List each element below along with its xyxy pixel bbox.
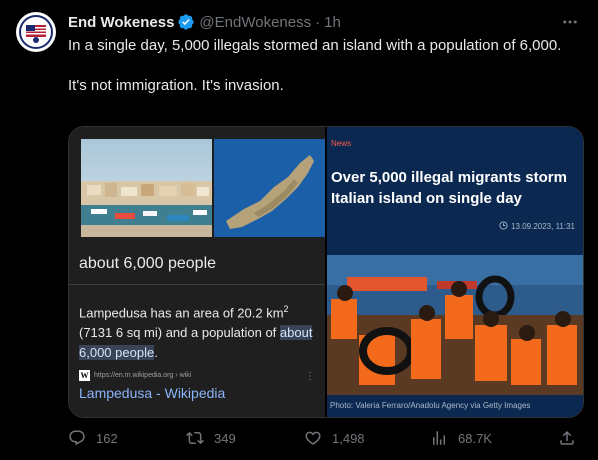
source-url: https://en.m.wikipedia.org › wiki xyxy=(94,372,192,379)
desc-mid: (7131 6 sq mi) and a population of xyxy=(79,325,280,341)
desc-suffix: . xyxy=(154,345,158,361)
action-bar: 162 349 1,498 68.7K xyxy=(68,426,582,450)
news-date-text: 13.09.2023, 11:31 xyxy=(511,222,575,231)
like-count: 1,498 xyxy=(332,430,365,446)
news-headline: Over 5,000 illegal migrants storm Italia… xyxy=(331,169,567,207)
separator-dot: · xyxy=(315,13,321,31)
news-article-panel[interactable]: News Over 5,000 illegal migrants storm I… xyxy=(327,127,583,417)
tweet-text: In a single day, 5,000 illegals stormed … xyxy=(68,36,568,96)
clock-icon xyxy=(499,221,508,232)
tweet-header: End Wokeness @EndWokeness · 1h xyxy=(68,12,341,32)
news-tag: News xyxy=(331,139,352,148)
desc-superscript: 2 xyxy=(283,304,289,314)
handle[interactable]: @EndWokeness xyxy=(199,14,311,31)
share-button[interactable] xyxy=(558,426,576,450)
reply-count: 162 xyxy=(96,430,118,446)
avatar-logo-icon xyxy=(17,13,55,51)
repost-button[interactable]: 349 xyxy=(186,426,236,450)
like-button[interactable]: 1,498 xyxy=(304,426,365,450)
heart-icon xyxy=(305,431,321,445)
wikipedia-link: Lampedusa - Wikipedia xyxy=(79,385,226,401)
search-result-panel[interactable]: about 6,000 people Lampedusa has an area… xyxy=(69,127,325,417)
population-title: about 6,000 people xyxy=(79,255,217,272)
reply-icon xyxy=(69,430,85,446)
tweet-text-line: In a single day, 5,000 illegals stormed … xyxy=(68,37,562,54)
views-button[interactable]: 68.7K xyxy=(430,426,492,450)
tweet-text-line: It's not immigration. It's invasion. xyxy=(68,77,284,94)
island-satellite-image xyxy=(214,139,325,237)
wikipedia-logo-icon: W xyxy=(79,370,90,381)
share-icon xyxy=(560,430,574,445)
timestamp[interactable]: 1h xyxy=(324,14,341,31)
wiki-description: Lampedusa has an area of 20.2 km2 (7131 … xyxy=(79,299,315,363)
display-name[interactable]: End Wokeness xyxy=(68,14,174,31)
migrant-boat-photo xyxy=(327,255,583,395)
reply-button[interactable]: 162 xyxy=(68,426,118,450)
desc-prefix: Lampedusa has an area of 20.2 km xyxy=(79,305,284,321)
town-harbor-image xyxy=(81,139,212,237)
source-row: W https://en.m.wikipedia.org › wiki xyxy=(79,370,191,381)
kebab-menu-icon: ⋮ xyxy=(305,371,315,382)
views-count: 68.7K xyxy=(458,430,492,446)
media-attachment[interactable]: about 6,000 people Lampedusa has an area… xyxy=(68,126,584,418)
news-date: 13.09.2023, 11:31 xyxy=(499,221,575,232)
photo-credit: Photo: Valeria Ferraro/Anadolu Agency vi… xyxy=(330,401,531,410)
divider xyxy=(69,284,325,285)
avatar[interactable] xyxy=(16,12,56,52)
more-options-icon[interactable] xyxy=(558,12,582,32)
repost-count: 349 xyxy=(214,430,236,446)
verified-badge-icon xyxy=(177,13,195,31)
repost-icon xyxy=(186,431,204,445)
views-chart-icon xyxy=(433,431,445,445)
